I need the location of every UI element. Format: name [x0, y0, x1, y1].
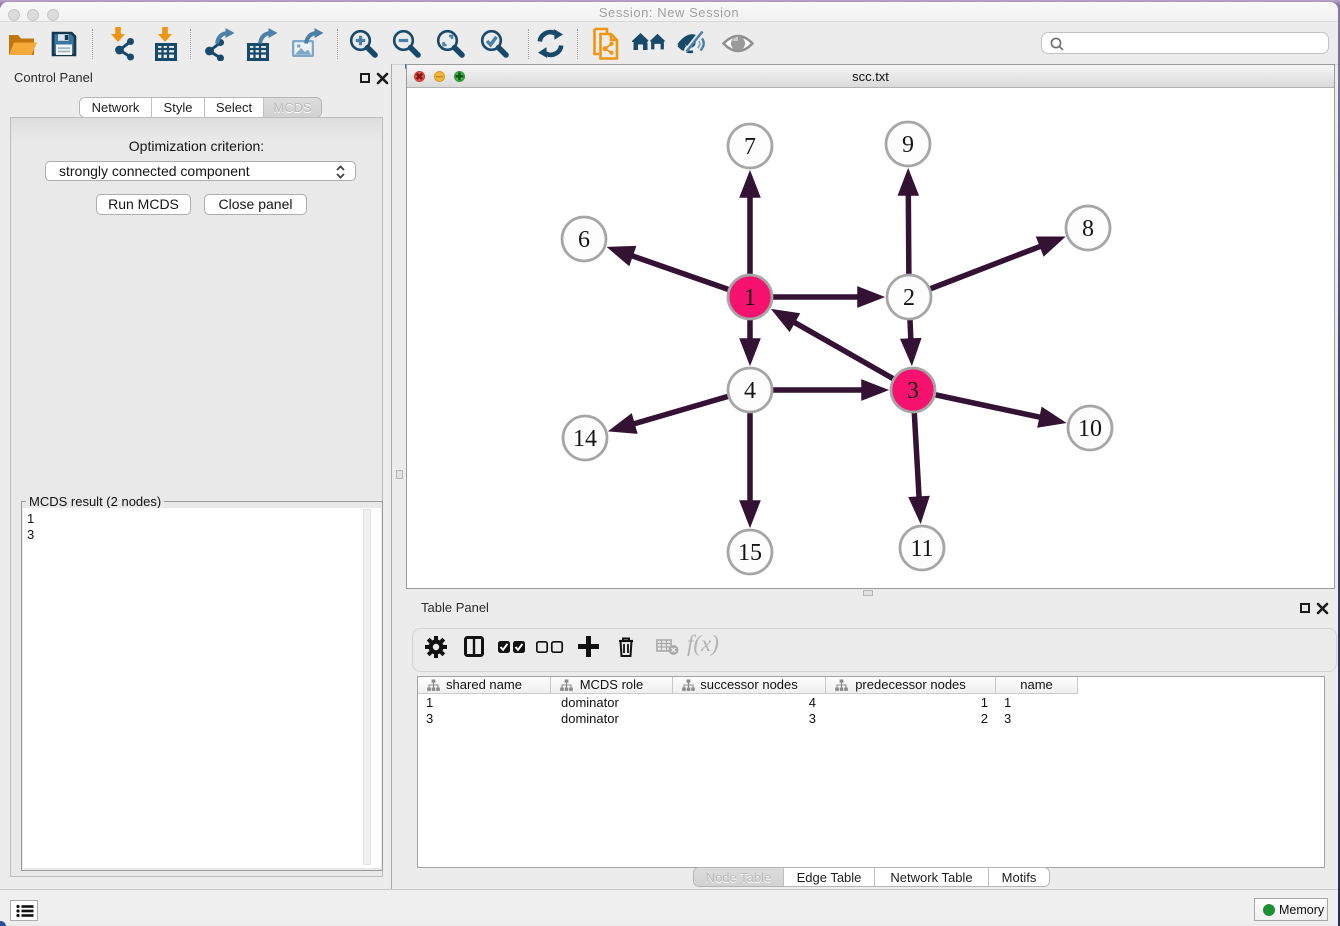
svg-text:6: 6 — [578, 227, 590, 253]
svg-text:1: 1 — [744, 285, 756, 311]
svg-text:11: 11 — [910, 536, 933, 562]
svg-text:14: 14 — [573, 426, 597, 452]
svg-text:4: 4 — [744, 378, 756, 404]
svg-text:7: 7 — [744, 134, 756, 160]
svg-text:15: 15 — [738, 540, 762, 566]
svg-text:8: 8 — [1082, 216, 1094, 242]
svg-text:3: 3 — [907, 378, 919, 404]
svg-text:9: 9 — [902, 132, 914, 158]
svg-text:10: 10 — [1078, 416, 1102, 442]
svg-text:2: 2 — [903, 285, 915, 311]
